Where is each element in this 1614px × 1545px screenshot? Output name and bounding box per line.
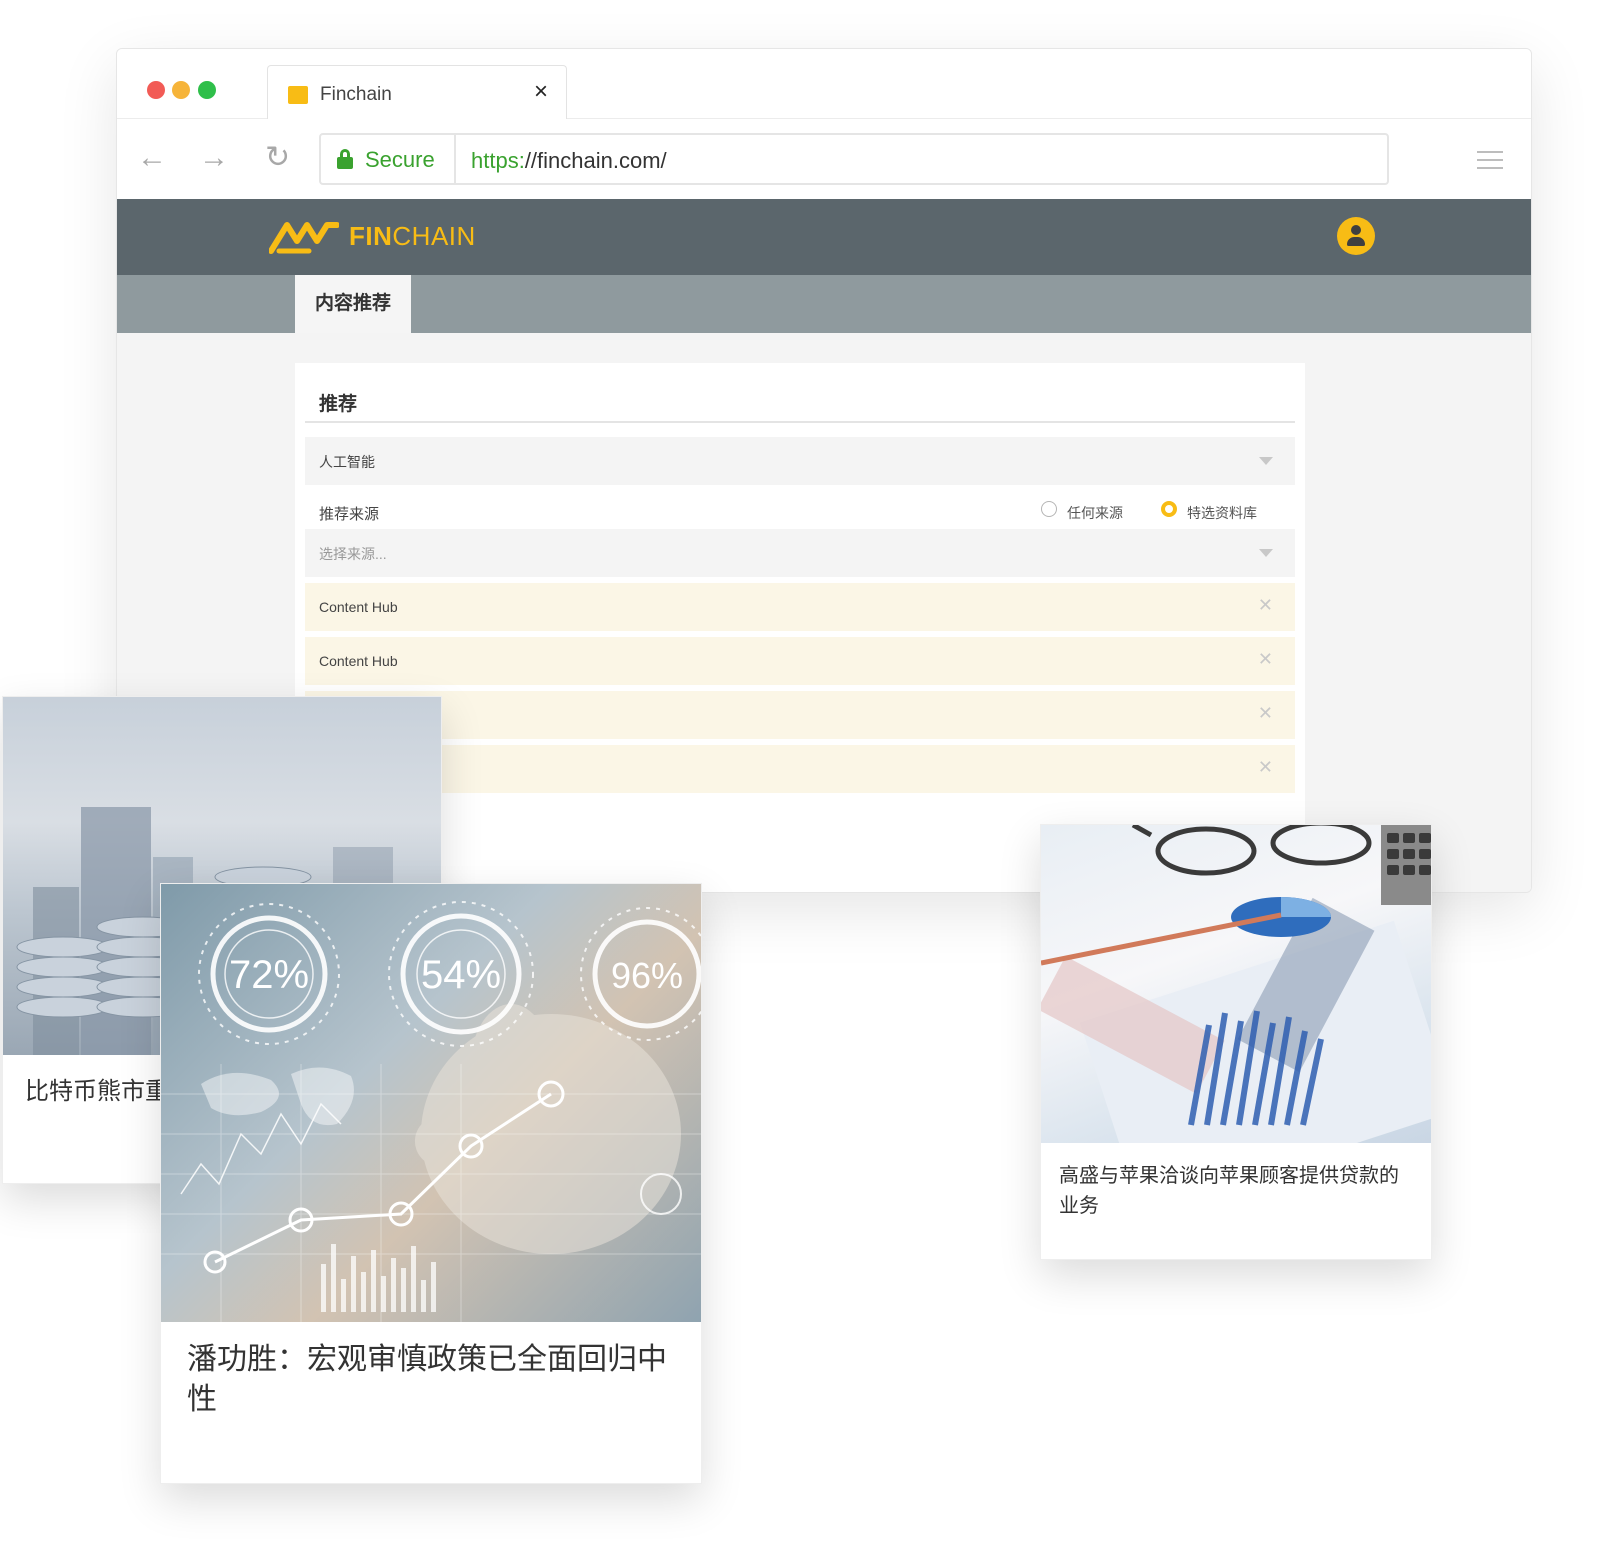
address-divider <box>454 135 456 183</box>
url-path: //finchain.com/ <box>524 148 667 173</box>
finchain-logo-icon[interactable] <box>269 219 339 255</box>
article-card[interactable]: 高盛与苹果洽谈向苹果顾客提供贷款的业务 <box>1040 824 1432 1260</box>
browser-titlebar: Finchain × <box>117 49 1531 121</box>
reload-icon[interactable]: ↻ <box>265 143 290 173</box>
secure-label: Secure <box>365 147 435 172</box>
source-chip-label: Content Hub <box>319 653 398 669</box>
panel-title: 推荐 <box>319 394 358 415</box>
article-title[interactable]: 高盛与苹果洽谈向苹果顾客提供贷款的业务 <box>1059 1161 1409 1221</box>
lock-icon <box>337 149 353 169</box>
radio-featured-library-label: 特选资料库 <box>1187 505 1257 521</box>
radio-featured-library[interactable] <box>1161 501 1177 517</box>
tab-close-icon[interactable]: × <box>534 78 548 105</box>
source-chip: ✕ <box>305 745 1295 793</box>
topic-select-value: 人工智能 <box>319 454 375 470</box>
hamburger-menu-icon[interactable] <box>1477 151 1503 169</box>
source-chip: Content Hub ✕ <box>305 637 1295 685</box>
chevron-down-icon <box>1259 549 1273 557</box>
tab-content-recommendation[interactable]: 内容推荐 <box>295 275 411 333</box>
url-text[interactable]: https://finchain.com/ <box>471 148 667 174</box>
recommend-panel: 推荐 人工智能 推荐来源 任何来源 特选资料库 选择来源... Content … <box>295 363 1305 892</box>
browser-tab[interactable]: Finchain × <box>267 65 567 121</box>
article-title[interactable]: 潘功胜：宏观审慎政策已全面回归中性 <box>187 1340 677 1420</box>
tab-title: Finchain <box>320 84 392 105</box>
article-image-data-hud: 72% 54% 96% <box>161 884 701 1322</box>
favicon-icon <box>288 86 308 104</box>
source-chip: Content Hub ✕ <box>305 583 1295 631</box>
hud-percent-54: 54% <box>421 953 501 997</box>
logo-wordmark[interactable]: FINCHAIN <box>349 221 476 252</box>
user-avatar-icon[interactable] <box>1337 217 1375 255</box>
address-bar[interactable]: Secure https://finchain.com/ <box>319 133 1389 185</box>
source-chip: ✕ <box>305 691 1295 739</box>
panel-divider <box>305 421 1295 423</box>
maximize-window-button[interactable] <box>198 81 216 99</box>
source-chip-label: Content Hub <box>319 599 398 615</box>
minimize-window-button[interactable] <box>172 81 190 99</box>
radio-any-source-label: 任何来源 <box>1067 505 1123 521</box>
remove-chip-icon[interactable]: ✕ <box>1258 757 1273 778</box>
chevron-down-icon <box>1259 457 1273 465</box>
article-card[interactable]: 72% 54% 96% 潘功胜：宏观审慎政策已全面回归中性 <box>160 883 702 1484</box>
source-label: 推荐来源 <box>319 506 380 523</box>
topic-select[interactable]: 人工智能 <box>305 437 1295 485</box>
back-arrow-icon[interactable]: ← <box>137 143 167 173</box>
remove-chip-icon[interactable]: ✕ <box>1258 703 1273 724</box>
forward-arrow-icon[interactable]: → <box>199 143 229 173</box>
hud-percent-72: 72% <box>229 953 309 997</box>
app-subnav: 内容推荐 <box>117 275 1531 333</box>
radio-any-source[interactable] <box>1041 501 1057 517</box>
logo-light: CHAIN <box>392 221 476 251</box>
remove-chip-icon[interactable]: ✕ <box>1258 649 1273 670</box>
url-scheme: https: <box>471 148 525 173</box>
app-header: FINCHAIN <box>117 199 1531 275</box>
article-image-charts-glasses <box>1041 825 1431 1143</box>
close-window-button[interactable] <box>147 81 165 99</box>
article-title[interactable]: 比特币熊市重 <box>25 1071 169 1106</box>
source-select-placeholder: 选择来源... <box>319 546 387 562</box>
logo-bold: FIN <box>349 221 393 251</box>
source-select[interactable]: 选择来源... <box>305 529 1295 577</box>
hud-percent-96: 96% <box>611 955 683 996</box>
remove-chip-icon[interactable]: ✕ <box>1258 595 1273 616</box>
